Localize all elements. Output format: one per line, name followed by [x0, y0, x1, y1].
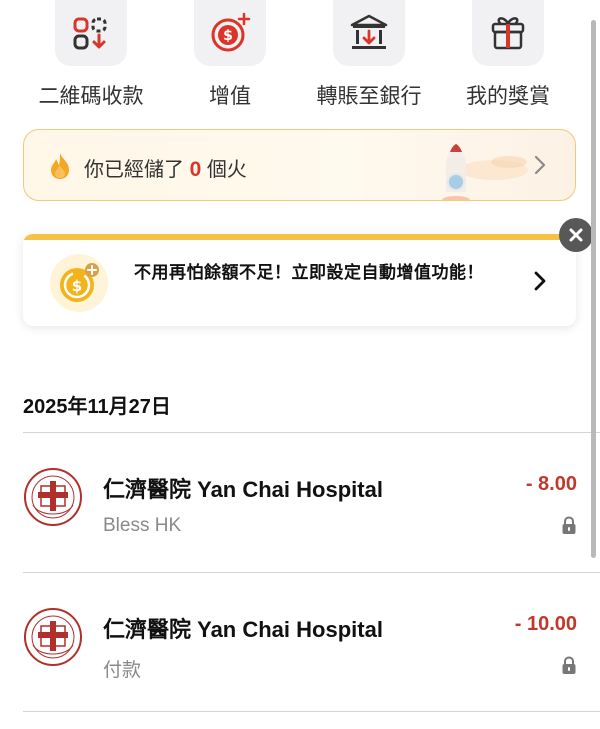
top-up-icon-box: $	[194, 0, 266, 66]
my-rewards-button[interactable]: 我的獎賞	[438, 0, 578, 110]
merchant-name: 仁濟醫院 Yan Chai Hospital	[103, 477, 383, 502]
promo-icon-circle: $	[50, 254, 108, 312]
fire-points-banner[interactable]: 你已經儲了 0 個火	[23, 129, 576, 201]
lock-icon	[562, 516, 576, 534]
top-up-label: 增值	[209, 85, 251, 108]
transaction-row[interactable]: 仁濟醫院 Yan Chai Hospital Bless HK - 8.00	[0, 432, 600, 562]
transaction-row[interactable]: 仁濟醫院 Yan Chai Hospital 付款 - 10.00	[0, 572, 600, 702]
chevron-right-icon	[534, 271, 546, 291]
svg-text:$: $	[223, 28, 233, 44]
close-icon	[569, 228, 583, 242]
date-header: 2025年11月27日	[23, 396, 171, 418]
gift-icon	[491, 17, 525, 50]
fire-points-text: 你已經儲了 0 個火	[84, 153, 247, 182]
transaction-amount: - 8.00	[525, 473, 577, 495]
lock-icon	[562, 656, 576, 674]
flame-icon	[51, 153, 69, 179]
bank-transfer-icon-box	[333, 0, 405, 66]
merchant-name: 仁濟醫院 Yan Chai Hospital	[103, 617, 383, 642]
my-rewards-label: 我的獎賞	[466, 85, 550, 108]
qr-receive-label: 二維碼收款	[38, 85, 144, 108]
fire-count: 0	[189, 158, 202, 181]
top-up-dollar-icon: $	[211, 12, 251, 52]
qr-receive-icon	[73, 17, 107, 50]
close-promo-button[interactable]	[559, 218, 593, 252]
promo-accent-bar	[23, 234, 576, 240]
qr-receive-icon-box	[55, 0, 127, 66]
fire-prefix: 你已經儲了	[84, 159, 184, 181]
transaction-note: 付款	[103, 660, 142, 681]
transaction-amount: - 10.00	[514, 613, 577, 635]
top-up-button[interactable]: $ 增值	[160, 0, 300, 110]
chevron-right-icon	[534, 155, 546, 175]
divider	[23, 711, 600, 712]
scrollbar[interactable]	[591, 20, 596, 558]
rocket-illustration	[442, 144, 528, 200]
bank-transfer-icon	[350, 14, 388, 49]
bank-transfer-button[interactable]: 轉賬至銀行	[299, 0, 439, 110]
auto-top-up-coin-icon: $	[60, 263, 99, 302]
bank-transfer-label: 轉賬至銀行	[316, 85, 422, 108]
quick-actions-row: 二維碼收款 $ 增值 轉賬至銀行 我的獎賞	[0, 0, 600, 120]
my-rewards-icon-box	[472, 0, 544, 66]
transaction-note: Bless HK	[103, 515, 182, 536]
qr-receive-button[interactable]: 二維碼收款	[21, 0, 161, 110]
auto-top-up-promo-card[interactable]: $ 不用再怕餘額不足！立即設定自動增值功能！	[23, 234, 576, 326]
yan-chai-hospital-logo	[24, 468, 82, 526]
promo-text: 不用再怕餘額不足！立即設定自動增值功能！	[134, 263, 484, 282]
yan-chai-hospital-logo	[24, 608, 82, 666]
fire-suffix: 個火	[206, 159, 247, 181]
svg-text:$: $	[72, 277, 82, 295]
